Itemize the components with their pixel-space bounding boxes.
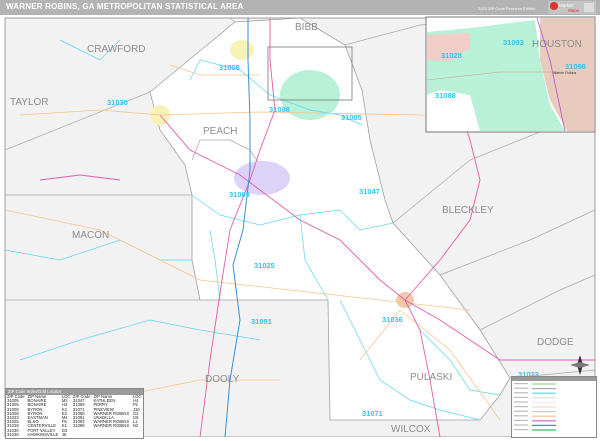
county-label-wilcox: WILCOX <box>391 424 431 435</box>
county-label-dooly: DOOLY <box>205 374 240 385</box>
loc-cell: J6 <box>61 431 67 437</box>
zip-label-31071: 31071 <box>362 409 383 418</box>
inset-city-warner-robins: Warner Robins <box>553 71 576 75</box>
county-label-macon: MACON <box>72 230 109 241</box>
edition-label: 2023 ZIP Code Premium Edition <box>478 6 536 11</box>
title-bar: WARNER ROBINS, GA METROPOLITAN STATISTIC… <box>0 0 600 15</box>
county-label-bibb: BIBB <box>295 22 318 33</box>
zip-label-31069: 31069 <box>229 190 250 199</box>
county-label-dodge: DODGE <box>537 337 574 348</box>
legend-label-placeholder <box>514 392 528 394</box>
inset-zip-31093: 31093 <box>503 38 524 47</box>
legend-swatches <box>514 383 556 431</box>
zip-code-index: ZIP Code Index/Grid Locator ZIP Code ZIP… <box>5 388 144 439</box>
zip-label-31030: 31030 <box>107 98 128 107</box>
svg-text:Maps: Maps <box>568 8 580 13</box>
zip-label-31091: 31091 <box>251 317 272 326</box>
map-title: WARNER ROBINS, GA METROPOLITAN STATISTIC… <box>6 2 244 11</box>
zip-name-cell: HAWKINSVILLE <box>27 431 59 437</box>
inset-zip-31028: 31028 <box>441 51 462 60</box>
legend-label-placeholder <box>514 396 528 398</box>
zip-label-31088: 31088 <box>269 105 290 114</box>
legend-label-placeholder <box>514 415 528 417</box>
county-label-bleckley: BLECKLEY <box>442 205 494 216</box>
legend-label-placeholder <box>514 429 528 431</box>
legend-label-placeholder <box>514 383 528 385</box>
legend-label-placeholder <box>514 424 528 426</box>
county-label-taylor: TAYLOR <box>10 97 49 108</box>
legend-label-placeholder <box>514 406 528 408</box>
zip-label-31005: 31005 <box>341 113 362 122</box>
county-label-peach: PEACH <box>203 126 237 137</box>
zip-code-cell: 31036 <box>7 431 19 437</box>
zip-label-31036: 31036 <box>382 315 403 324</box>
zip-label-31008: 31008 <box>219 63 240 72</box>
zip-label-31025: 31025 <box>254 261 275 270</box>
loc-cell <box>132 433 143 437</box>
legend-label-placeholder <box>514 419 528 421</box>
legend-label-placeholder <box>514 387 528 389</box>
legend-label-placeholder <box>514 401 528 403</box>
zip-code-cell <box>72 433 93 437</box>
byron-area <box>230 40 254 60</box>
zip-name-cell: WARNER ROBINS <box>93 423 130 429</box>
inset-zip-31098: 31098 <box>565 62 586 71</box>
county-label-pulaski: PULASKI <box>410 372 452 383</box>
inset-county-houston: HOUSTON <box>532 39 582 50</box>
county-label-crawford: CRAWFORD <box>87 44 146 55</box>
map-canvas[interactable]: CRAWFORD TAYLOR BIBB PEACH MACON BLECKLE… <box>0 15 600 437</box>
inset-map[interactable]: 31093 31028 31098 31088 HOUSTON Warner R… <box>425 16 596 133</box>
legend-label-placeholder <box>514 410 528 412</box>
zip-name-cell <box>92 433 131 437</box>
index-row: 31036 HAWKINSVILLE J6 <box>6 431 143 437</box>
market-maps-logo: Market Maps <box>548 1 596 14</box>
inset-zip-31088: 31088 <box>435 91 456 100</box>
zip-label-31047: 31047 <box>359 187 380 196</box>
map-legend <box>511 376 597 438</box>
index-table: ZIP Code ZIP Name LOC ZIP Code ZIP Name … <box>6 394 143 437</box>
